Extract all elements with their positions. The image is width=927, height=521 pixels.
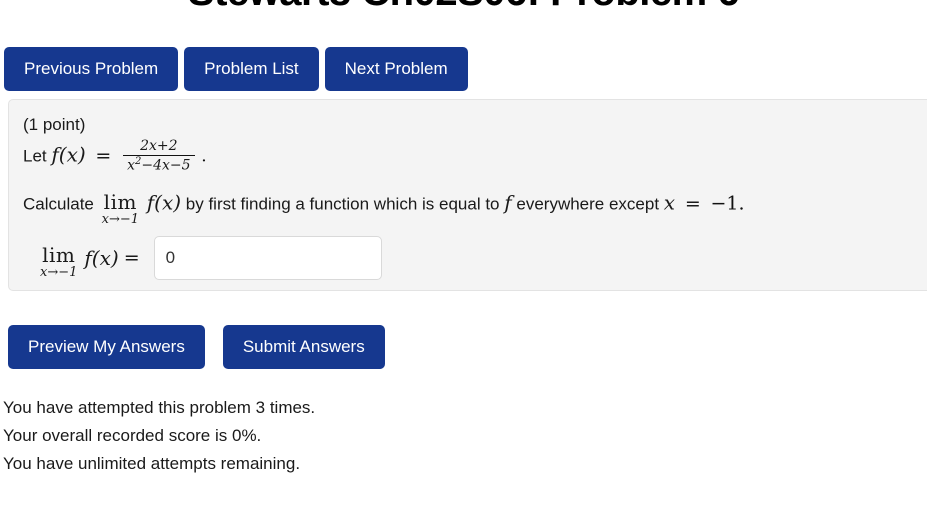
calculate-prefix-text: Calculate (23, 194, 94, 214)
submit-answers-button[interactable]: Submit Answers (222, 325, 385, 369)
next-problem-button[interactable]: Next Problem (324, 47, 468, 91)
answer-action-bar: Preview My Answers Submit Answers (8, 325, 385, 369)
page-title: Stewart8 Ch02S06: Problem 6 (0, 0, 927, 14)
remaining-attempts-status-text: You have unlimited attempts remaining. (3, 454, 301, 473)
fraction-denominator: x2−4x−5 (123, 156, 194, 173)
fraction-expression: 2x+2 x2−4x−5 (123, 139, 195, 173)
except-value-math: −1. (710, 192, 745, 215)
equals-sign: = (95, 144, 112, 167)
limit-lim-text: lim (103, 190, 137, 215)
calculate-instruction-line: Calculate lim x→−1 f(x) by first finding… (23, 188, 926, 227)
answer-function-math: f(x) (84, 246, 119, 271)
status-messages: You have attempted this problem 3 times.… (3, 394, 315, 478)
problem-panel: (1 point) Let f(x) = 2x+2 x2−4x−5 . Calc… (8, 99, 927, 291)
attempts-status-text: You have attempted this problem 3 times. (3, 398, 316, 417)
score-status-text: Your overall recorded score is 0%. (3, 426, 262, 445)
except-variable-math: x (663, 190, 676, 215)
limit-function-math: f(x) (146, 190, 182, 215)
fraction-numerator: 2x+2 (123, 139, 195, 156)
italic-f-math: f (504, 190, 512, 215)
instruction-text-part-2: everywhere except (516, 194, 660, 214)
let-prefix-text: Let (23, 146, 47, 166)
answer-row: lim x→−1 f(x) = (23, 236, 926, 281)
answer-equals-sign: = (123, 247, 140, 270)
points-label: (1 point) (23, 115, 86, 134)
answer-limit-operator: lim x→−1 (40, 245, 77, 279)
function-definition-line: Let f(x) = 2x+2 x2−4x−5 . (23, 139, 926, 174)
previous-problem-button[interactable]: Previous Problem (4, 47, 179, 91)
preview-my-answers-button[interactable]: Preview My Answers (8, 325, 205, 369)
problem-list-button[interactable]: Problem List (184, 47, 319, 91)
answer-limit-lim-text: lim (42, 243, 76, 268)
except-equals-sign: = (684, 192, 701, 215)
limit-subscript: x→−1 (101, 212, 139, 228)
limit-operator-inline: lim x→−1 (102, 192, 139, 226)
denominator-base: x (127, 157, 135, 174)
period-mark: . (201, 146, 207, 167)
problem-navigation-bar: Previous Problem Problem List Next Probl… (4, 47, 468, 91)
denominator-rest: −4x−5 (141, 157, 191, 174)
answer-input[interactable] (153, 236, 382, 281)
instruction-text-part-1: by first finding a function which is equ… (185, 194, 500, 214)
function-name-math: f(x) (51, 142, 86, 167)
answer-limit-subscript: x→−1 (40, 265, 78, 281)
